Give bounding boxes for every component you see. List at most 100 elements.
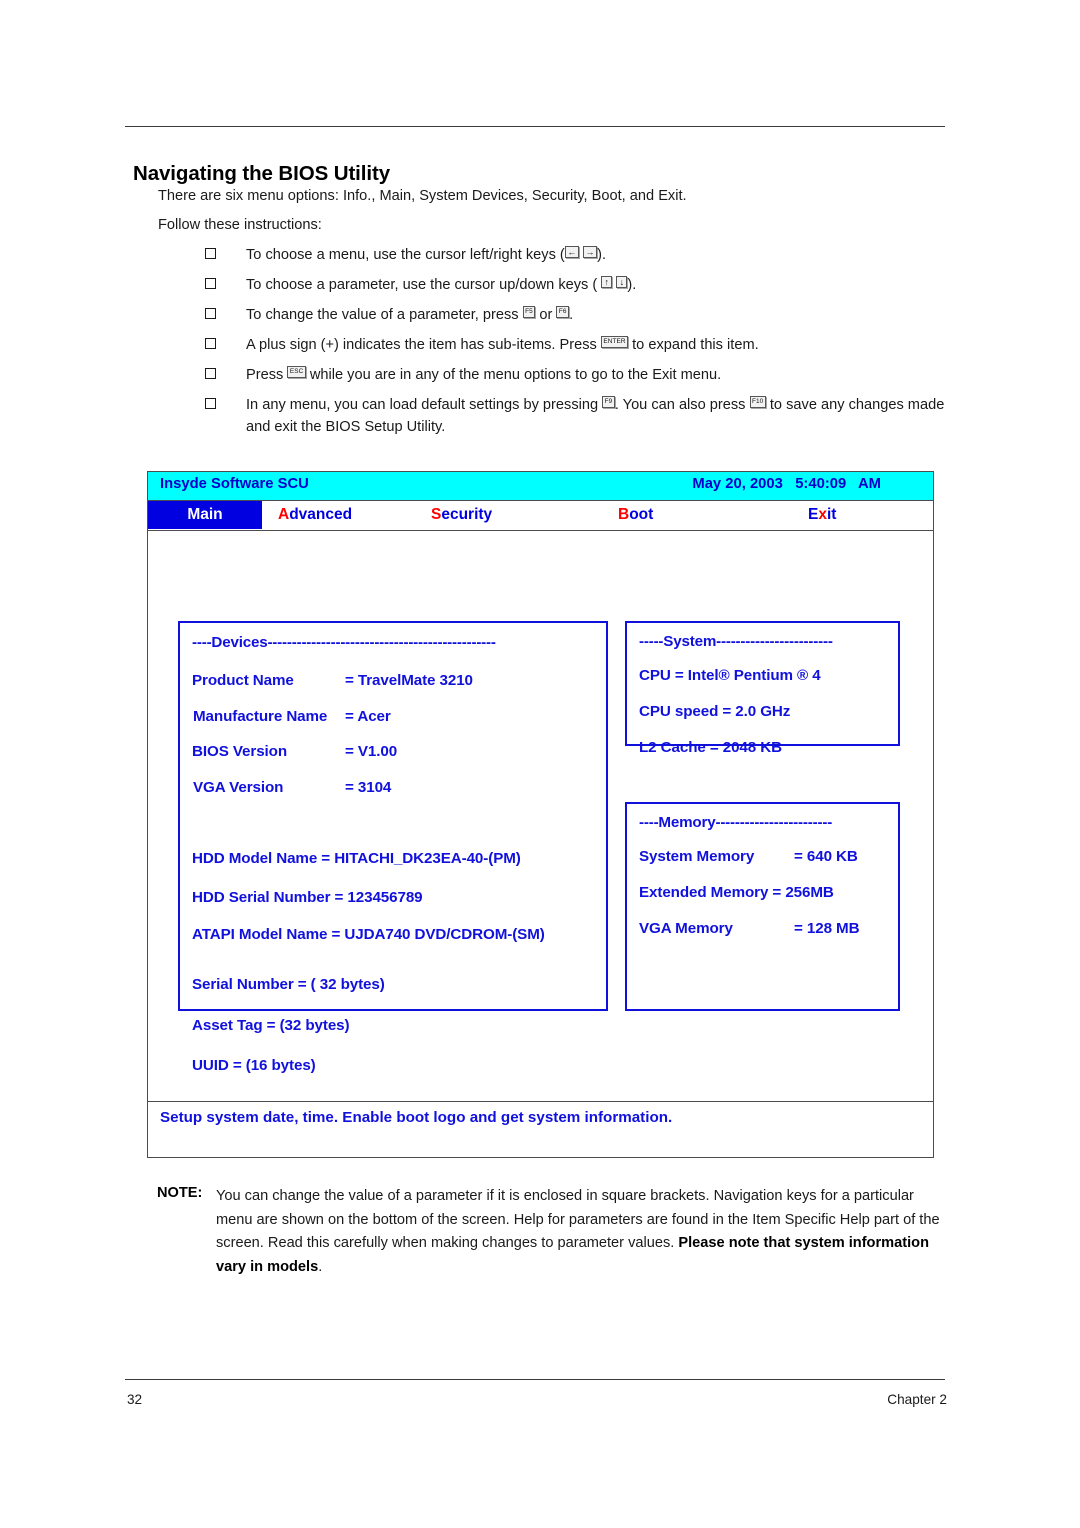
document-page: Navigating the BIOS Utility There are si…	[0, 0, 1080, 1528]
tab-exit-hotkey: x	[818, 506, 827, 523]
f6-key-icon: F6	[556, 306, 570, 318]
square-bullet-icon	[205, 368, 216, 379]
footer-chapter: Chapter 2	[887, 1392, 947, 1407]
list-item: To choose a menu, use the cursor left/ri…	[205, 245, 945, 267]
instruction-text: A plus sign (+) indicates the item has s…	[246, 335, 945, 357]
list-item: Press ESC while you are in any of the me…	[205, 365, 945, 387]
instruction-text-after: while you are in any of the menu options…	[305, 367, 722, 383]
tab-advanced[interactable]: Advanced	[278, 501, 352, 529]
field-serial-number: Serial Number = ( 32 bytes)	[192, 976, 385, 993]
tab-security-label: ecurity	[441, 506, 493, 523]
field-bios-version-label: BIOS Version	[192, 743, 288, 760]
intro-paragraph-1: There are six menu options: Info., Main,…	[158, 188, 687, 204]
enter-key-icon: ENTER	[600, 336, 629, 348]
arrow-down-key-icon: ↓	[616, 276, 628, 288]
bios-titlebar: Insyde Software SCU May 20, 2003 5:40:09…	[148, 472, 933, 501]
field-system-memory-label: System Memory	[639, 848, 755, 865]
instruction-text-middle: . You can also press	[614, 397, 750, 413]
field-extended-memory: Extended Memory = 256MB	[639, 884, 834, 901]
tab-boot[interactable]: Boot	[618, 501, 653, 529]
instruction-text-middle: or	[539, 307, 557, 323]
bios-status-bar: Setup system date, time. Enable boot log…	[148, 1101, 933, 1155]
bios-product-name: Insyde Software SCU	[160, 476, 309, 492]
panel-devices-heading: ----Devices-----------------------------…	[192, 634, 496, 651]
note-body: You can change the value of a parameter …	[216, 1185, 952, 1279]
panel-memory-heading: ----Memory------------------------	[639, 814, 833, 831]
field-l2-cache: L2 Cache = 2048 KB	[639, 739, 782, 756]
tab-main[interactable]: Main	[148, 501, 262, 529]
square-bullet-icon	[205, 308, 216, 319]
footer-rule	[125, 1379, 945, 1380]
field-vga-version-label: VGA Version	[193, 779, 284, 796]
tab-main-hotkey: M	[187, 506, 201, 523]
tab-exit-label: it	[826, 506, 837, 523]
field-vga-version: VGA Version = 3104	[193, 779, 391, 796]
field-product-name: Product Name = TravelMate 3210	[192, 672, 473, 689]
field-manufacture-name-label: Manufacture Name	[193, 708, 328, 725]
arrow-right-key-icon: →	[582, 246, 598, 258]
instruction-text: To choose a menu, use the cursor left/ri…	[246, 245, 945, 267]
tab-advanced-hotkey: A	[278, 506, 290, 523]
field-hdd-model-name: HDD Model Name = HITACHI_DK23EA-40-(PM)	[192, 850, 521, 867]
panel-system: -----System------------------------ CPU …	[625, 621, 900, 756]
list-item: A plus sign (+) indicates the item has s…	[205, 335, 945, 357]
instruction-text-before: A plus sign (+) indicates the item has s…	[246, 337, 601, 353]
bios-status-text: Setup system date, time. Enable boot log…	[160, 1109, 673, 1126]
instruction-text-after: ).	[627, 277, 637, 293]
f5-key-icon: F5	[522, 306, 536, 318]
field-vga-memory-label: VGA Memory	[639, 920, 733, 937]
field-manufacture-name-value: = Acer	[345, 708, 391, 725]
esc-key-icon: ESC	[287, 366, 306, 378]
field-system-memory: System Memory = 640 KB	[639, 848, 858, 865]
field-product-name-label: Product Name	[192, 672, 294, 689]
page-title: Navigating the BIOS Utility	[133, 161, 390, 185]
bios-datetime: May 20, 2003 5:40:09 AM	[692, 476, 881, 492]
f10-key-icon: F10	[749, 396, 766, 408]
instruction-text: Press ESC while you are in any of the me…	[246, 365, 945, 387]
arrow-up-key-icon: ↑	[601, 276, 613, 288]
instruction-text: To change the value of a parameter, pres…	[246, 305, 945, 327]
list-item: In any menu, you can load default settin…	[205, 395, 945, 438]
field-hdd-serial-number: HDD Serial Number = 123456789	[192, 889, 423, 906]
instruction-text-before: In any menu, you can load default settin…	[246, 397, 603, 413]
tab-security[interactable]: Security	[431, 501, 492, 529]
field-uuid: UUID = (16 bytes)	[192, 1057, 316, 1074]
square-bullet-icon	[205, 338, 216, 349]
panel-devices: ----Devices-----------------------------…	[178, 621, 608, 1074]
field-manufacture-name: Manufacture Name = Acer	[193, 708, 391, 725]
square-bullet-icon	[205, 278, 216, 289]
field-vga-memory-value: = 128 MB	[794, 920, 860, 937]
note-label: NOTE:	[157, 1185, 203, 1201]
instruction-list: To choose a menu, use the cursor left/ri…	[205, 245, 945, 447]
instruction-text-before: Press	[246, 367, 288, 383]
tab-exit-prefix: E	[808, 506, 819, 523]
tab-security-hotkey: S	[431, 506, 442, 523]
tab-boot-hotkey: B	[618, 506, 630, 523]
tab-exit[interactable]: Exit	[808, 501, 836, 529]
header-rule	[125, 126, 945, 127]
field-cpu-speed: CPU speed = 2.0 GHz	[639, 703, 791, 720]
field-product-name-value: = TravelMate 3210	[345, 672, 473, 689]
instruction-text-before: To choose a menu, use the cursor left/ri…	[246, 247, 565, 263]
field-system-memory-value: = 640 KB	[794, 848, 858, 865]
bios-utility-screenshot: Insyde Software SCU May 20, 2003 5:40:09…	[147, 471, 934, 1158]
instruction-text-after: to expand this item.	[628, 337, 759, 353]
field-asset-tag: Asset Tag = (32 bytes)	[192, 1017, 350, 1034]
field-bios-version-value: = V1.00	[345, 743, 398, 760]
square-bullet-icon	[205, 398, 216, 409]
tab-boot-label: oot	[629, 506, 654, 523]
field-cpu: CPU = Intel® Pentium ® 4	[639, 667, 821, 684]
field-atapi-model-name: ATAPI Model Name = UJDA740 DVD/CDROM-(SM…	[192, 926, 545, 943]
list-item: To choose a parameter, use the cursor up…	[205, 275, 945, 297]
panel-memory: ----Memory------------------------ Syste…	[625, 802, 900, 1011]
bios-content-area: ----Devices-----------------------------…	[148, 531, 933, 1101]
field-vga-version-value: = 3104	[345, 779, 392, 796]
tab-advanced-label: dvanced	[289, 506, 353, 523]
square-bullet-icon	[205, 248, 216, 259]
list-item: To change the value of a parameter, pres…	[205, 305, 945, 327]
f9-key-icon: F9	[602, 396, 615, 408]
field-bios-version: BIOS Version = V1.00	[192, 743, 397, 760]
note-block: NOTE: You can change the value of a para…	[157, 1185, 952, 1279]
footer-page-number: 32	[127, 1392, 143, 1407]
instruction-text-before: To choose a parameter, use the cursor up…	[246, 277, 602, 293]
